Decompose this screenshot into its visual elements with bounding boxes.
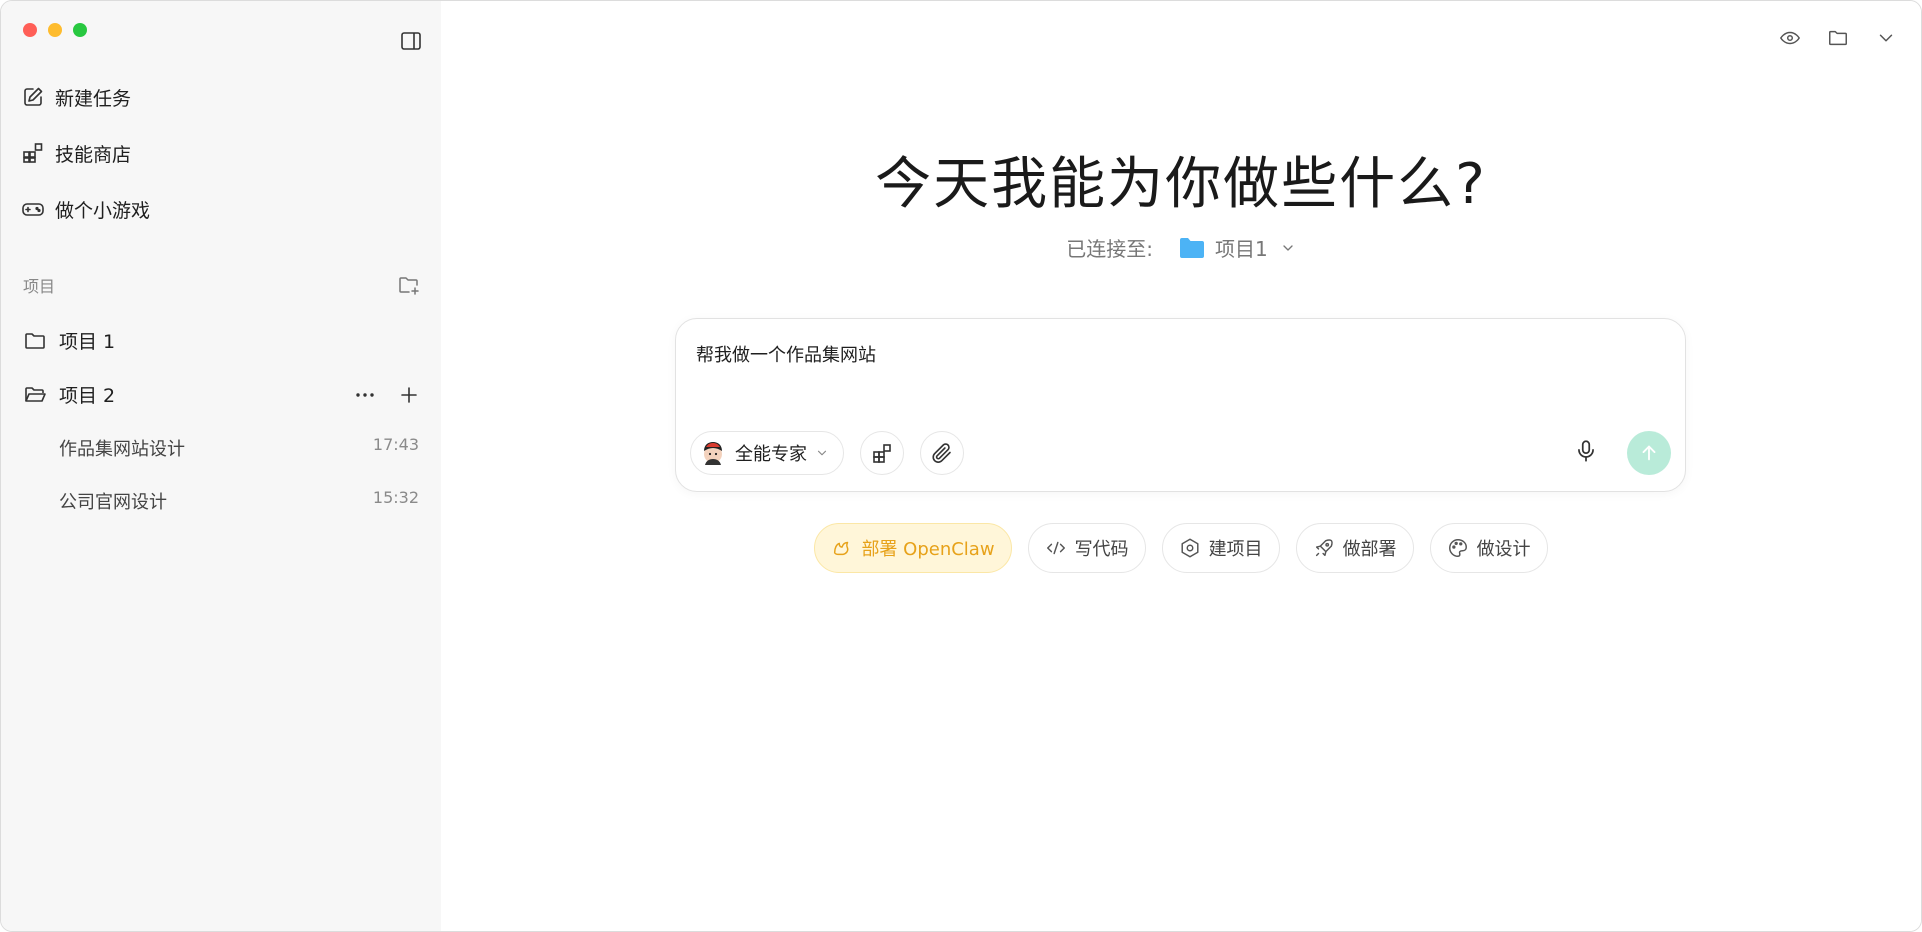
nav-new-task-label: 新建任务: [55, 87, 132, 110]
code-icon: [1046, 541, 1065, 555]
projects-heading: 项目: [23, 277, 56, 296]
claw-icon: [834, 541, 849, 556]
skills-button[interactable]: [860, 431, 904, 475]
folder-icon: [25, 332, 45, 349]
agent-selector[interactable]: 全能专家: [690, 431, 844, 475]
task-item[interactable]: 公司官网设计 15:32: [59, 488, 419, 514]
task-title: 公司官网设计: [59, 492, 167, 513]
maximize-window-button[interactable]: [73, 23, 87, 37]
eye-icon[interactable]: [1779, 27, 1801, 49]
add-icon[interactable]: [397, 383, 421, 407]
more-icon[interactable]: [353, 383, 377, 407]
arrow-up-icon: [1642, 445, 1656, 461]
connected-project-name: 项目1: [1215, 237, 1268, 261]
nav-skill-store-label: 技能商店: [55, 143, 132, 166]
sidebar-project-1[interactable]: 项目 1: [23, 327, 421, 354]
chip-build-project[interactable]: 建项目: [1161, 523, 1280, 573]
chevron-down-icon: [1283, 244, 1293, 251]
chip-label: 做部署: [1342, 539, 1397, 560]
composer-tools: 全能专家: [690, 431, 964, 475]
chip-label: 写代码: [1074, 539, 1129, 560]
connected-label: 已连接至:: [1066, 237, 1153, 261]
page-headline: 今天我能为你做些什么?: [875, 152, 1487, 217]
task-item[interactable]: 作品集网站设计 17:43: [59, 435, 419, 461]
sidebar-nav: 新建任务 技能商店 做个小游戏: [21, 77, 421, 245]
agent-label: 全能专家: [735, 444, 807, 465]
project-1-label: 项目 1: [59, 331, 116, 353]
task-title: 作品集网站设计: [59, 439, 185, 460]
connection-status: 已连接至: 项目1: [441, 233, 1921, 262]
hexagon-icon: [1181, 538, 1199, 558]
chevron-down-icon: [817, 450, 827, 456]
prompt-input[interactable]: 帮我做一个作品集网站: [696, 341, 1665, 367]
sidebar-toggle-icon[interactable]: [399, 29, 423, 53]
chip-design[interactable]: 做设计: [1429, 523, 1548, 573]
attach-button[interactable]: [920, 431, 964, 475]
paperclip-icon: [932, 443, 951, 463]
main-panel: 今天我能为你做些什么? 已连接至: 项目1 帮我做一个作品集网站 全能专家 部署…: [441, 1, 1921, 931]
chip-label: 做设计: [1476, 539, 1531, 560]
prompt-composer: 帮我做一个作品集网站 全能专家: [675, 318, 1686, 492]
folder-icon[interactable]: [1827, 27, 1849, 49]
microphone-icon: [1578, 440, 1594, 462]
nav-skill-store[interactable]: 技能商店: [21, 133, 421, 173]
palette-icon: [1448, 539, 1467, 557]
grid-icon: [23, 143, 43, 163]
suggestion-chips: 部署 OpenClaw 写代码 建项目 做部署 做设计: [441, 523, 1921, 573]
project-2-label: 项目 2: [59, 385, 116, 407]
chip-deploy-openclaw[interactable]: 部署 OpenClaw: [814, 523, 1012, 573]
new-folder-icon[interactable]: [397, 273, 421, 297]
voice-input-button[interactable]: [1573, 438, 1599, 468]
chip-write-code[interactable]: 写代码: [1027, 523, 1146, 573]
nav-mini-game[interactable]: 做个小游戏: [21, 189, 421, 229]
edit-icon: [24, 87, 43, 106]
nav-new-task[interactable]: 新建任务: [21, 77, 421, 117]
app-window: 新建任务 技能商店 做个小游戏 项目 项目 1 项目 2 作品集网站设计 17:…: [0, 0, 1922, 932]
composer-actions: [1573, 431, 1671, 475]
agent-avatar-icon: [704, 442, 722, 465]
chevron-down-icon[interactable]: [1875, 27, 1897, 49]
minimize-window-button[interactable]: [48, 23, 62, 37]
rocket-icon: [1315, 539, 1333, 557]
sidebar: 新建任务 技能商店 做个小游戏 项目 项目 1 项目 2 作品集网站设计 17:…: [1, 1, 441, 931]
task-time: 15:32: [372, 488, 419, 507]
chip-deploy[interactable]: 做部署: [1295, 523, 1414, 573]
task-time: 17:43: [372, 435, 419, 454]
folder-open-icon: [25, 386, 46, 402]
project-picker[interactable]: 项目1: [1179, 233, 1296, 262]
projects-section-header: 项目: [23, 273, 421, 297]
chip-label: 建项目: [1208, 539, 1263, 560]
nav-mini-game-label: 做个小游戏: [55, 199, 151, 222]
top-toolbar: [1779, 27, 1897, 49]
sidebar-project-2[interactable]: 项目 2: [23, 381, 421, 408]
close-window-button[interactable]: [23, 23, 37, 37]
gamepad-icon: [22, 203, 44, 216]
grid-icon: [873, 444, 891, 463]
send-button[interactable]: [1627, 431, 1671, 475]
window-controls: [23, 23, 87, 37]
project-2-actions: [353, 383, 421, 407]
folder-icon: [1180, 237, 1204, 258]
chip-label: 部署 OpenClaw: [861, 539, 995, 560]
